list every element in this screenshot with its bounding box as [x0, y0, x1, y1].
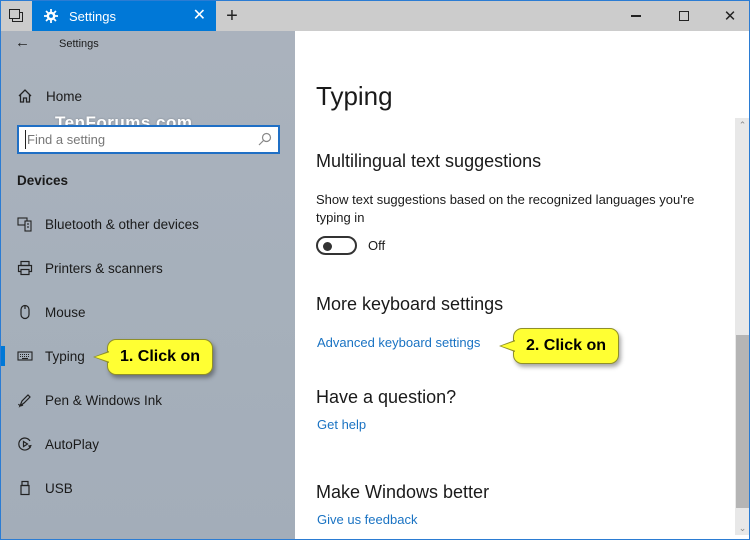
sidebar-item-label: AutoPlay: [45, 436, 100, 452]
close-tab-button[interactable]: ✕: [193, 7, 206, 25]
sidebar-item-label: Printers & scanners: [45, 260, 163, 276]
tab-switcher-button[interactable]: [1, 1, 32, 31]
title-bar: Settings ✕ + ✕: [1, 0, 749, 31]
usb-icon: [16, 479, 34, 497]
printer-icon: [16, 259, 34, 277]
callout-text: 2. Click on: [525, 337, 607, 354]
mouse-icon: [16, 303, 34, 321]
callout-text: 1. Click on: [119, 348, 201, 365]
toggle-knob: [323, 241, 332, 251]
vertical-scrollbar[interactable]: ⌃ ⌄: [735, 118, 749, 535]
main-content: Typing Multilingual text suggestions Sho…: [295, 31, 749, 539]
search-input[interactable]: [25, 130, 250, 149]
scroll-down-arrow-icon[interactable]: ⌄: [735, 521, 749, 535]
back-arrow-icon[interactable]: ←: [15, 34, 30, 51]
multilingual-heading: Multilingual text suggestions: [316, 151, 542, 171]
sidebar: ← Settings Home TenForums.com Devices: [1, 31, 295, 539]
tab-title: Settings: [69, 8, 116, 24]
sidebar-item-home[interactable]: Home: [1, 76, 295, 116]
multilingual-toggle[interactable]: [316, 236, 357, 255]
question-heading: Have a question?: [316, 387, 457, 407]
sidebar-item-usb[interactable]: USB: [1, 468, 295, 508]
sidebar-item-label: Bluetooth & other devices: [45, 216, 199, 232]
sidebar-item-autoplay[interactable]: AutoPlay: [1, 424, 295, 464]
maximize-button[interactable]: [661, 1, 707, 31]
search-box[interactable]: [17, 125, 280, 154]
callout-tail-fill: [501, 341, 516, 351]
advanced-keyboard-settings-link[interactable]: Advanced keyboard settings: [317, 335, 480, 350]
minimize-icon: [631, 15, 641, 17]
callout-step-1: 1. Click on: [93, 339, 213, 375]
make-windows-better-heading: Make Windows better: [316, 482, 490, 502]
autoplay-icon: [16, 435, 34, 453]
more-keyboard-heading: More keyboard settings: [316, 294, 504, 314]
give-feedback-link[interactable]: Give us feedback: [317, 512, 417, 527]
tab-settings[interactable]: Settings ✕: [32, 1, 216, 31]
sidebar-item-printers[interactable]: Printers & scanners: [1, 248, 295, 288]
section-title: Devices: [17, 173, 69, 188]
gear-icon: [43, 8, 59, 24]
sidebar-item-label: Home: [46, 88, 83, 104]
sidebar-item-label: Pen & Windows Ink: [45, 392, 163, 408]
new-tab-button[interactable]: +: [219, 4, 245, 30]
callout-step-2: 2. Click on: [499, 328, 619, 364]
tab-switcher-icon-front: [9, 9, 20, 19]
back-row: ← Settings: [1, 31, 295, 59]
bluetooth-devices-icon: [16, 215, 34, 233]
sidebar-item-label: USB: [45, 480, 73, 496]
page-title: Typing: [316, 81, 393, 111]
callout-tail-fill: [95, 352, 110, 362]
app-title: Settings: [59, 38, 99, 50]
sidebar-item-pen[interactable]: Pen & Windows Ink: [1, 380, 295, 420]
sidebar-item-label: Mouse: [45, 304, 86, 320]
pen-icon: [16, 391, 34, 409]
sidebar-item-mouse[interactable]: Mouse: [1, 292, 295, 332]
minimize-button[interactable]: [613, 1, 659, 31]
close-icon: ✕: [723, 8, 737, 25]
search-icon[interactable]: [257, 131, 273, 147]
multilingual-description: Show text suggestions based on the recog…: [316, 192, 695, 225]
scroll-up-arrow-icon[interactable]: ⌃: [735, 118, 749, 132]
get-help-link[interactable]: Get help: [317, 417, 366, 432]
maximize-icon: [679, 11, 689, 21]
close-window-button[interactable]: ✕: [707, 1, 749, 31]
sidebar-item-bluetooth[interactable]: Bluetooth & other devices: [1, 204, 295, 244]
toggle-state-label: Off: [368, 238, 386, 253]
sidebar-item-label: Typing: [45, 348, 85, 364]
scrollbar-thumb[interactable]: [736, 335, 749, 508]
keyboard-icon: [16, 347, 34, 365]
home-icon: [16, 87, 34, 105]
settings-window: Settings ✕ + ✕ ← Settings Home TenForums…: [0, 0, 750, 540]
